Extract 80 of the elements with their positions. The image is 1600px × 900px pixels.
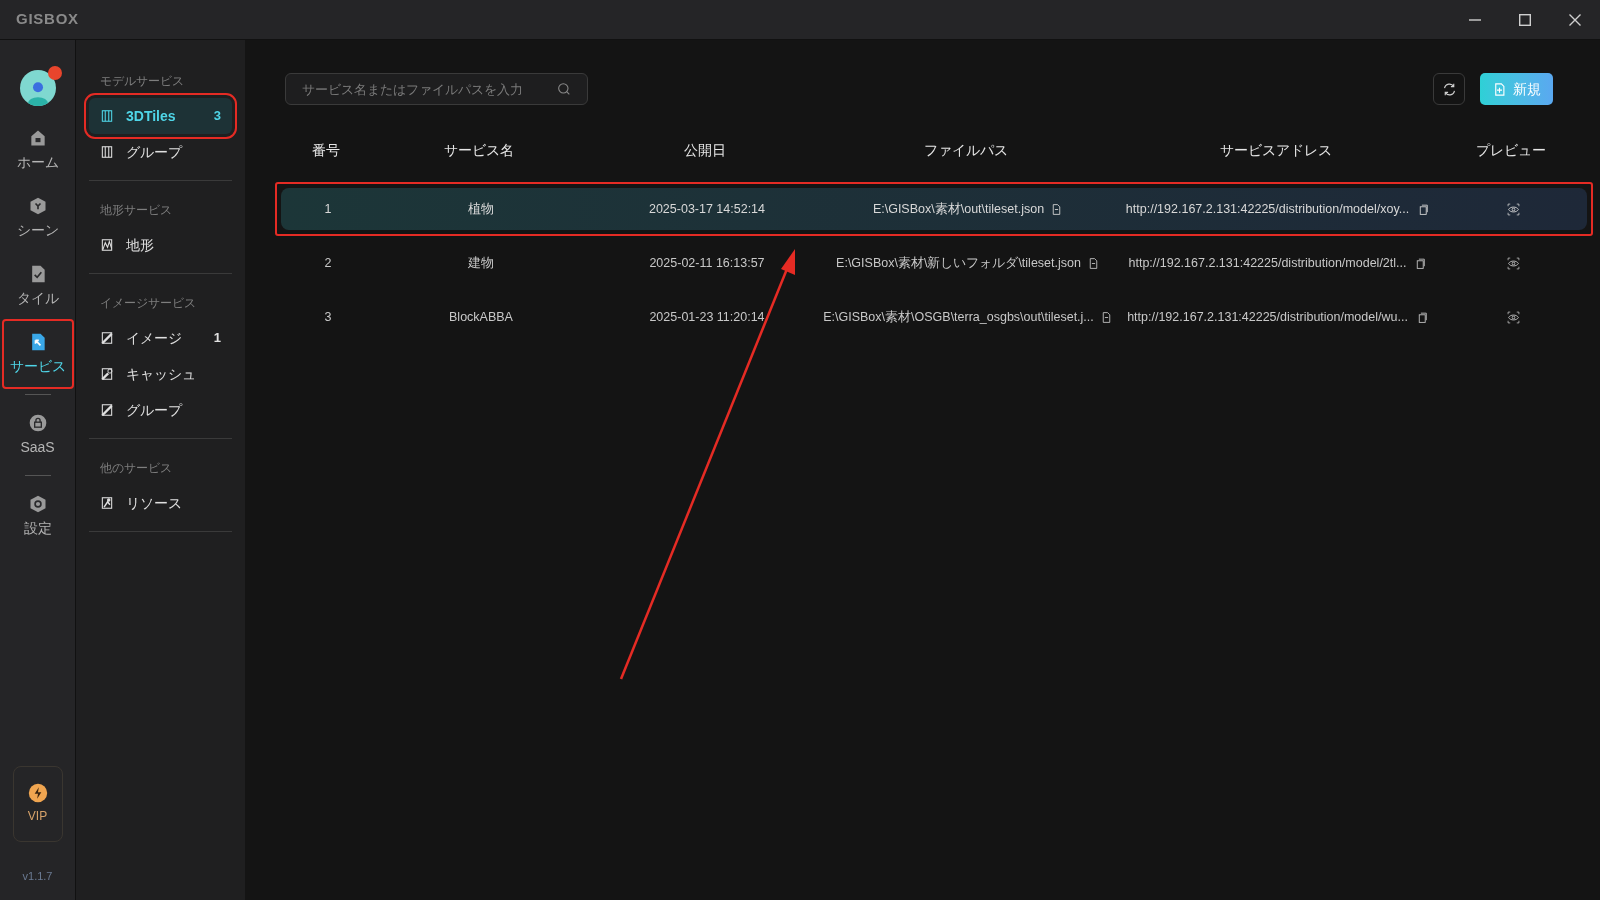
maximize-icon — [1519, 13, 1531, 26]
rail-tab[interactable]: タイル — [3, 253, 72, 319]
eye-icon — [1506, 202, 1520, 216]
section-heading: イメージサービス — [99, 295, 197, 312]
item-count: 3 — [213, 107, 221, 126]
table-cell-text: 2 — [323, 254, 333, 272]
nav-label: イメージ — [126, 328, 183, 348]
table-cell-text: 2025-03-17 14:52:14 — [647, 200, 767, 218]
table-cell-text: 2025-02-11 16:13:57 — [648, 254, 766, 272]
section-heading: 他のサービス — [99, 460, 173, 477]
nav-label: 3DTiles — [126, 106, 177, 126]
refresh-button[interactable] — [1433, 73, 1465, 105]
picture-icon — [100, 496, 114, 510]
table-cell-text: http://192.167.2.131:42225/distribution/model/wu... — [1127, 308, 1408, 326]
nav-label: グループ — [126, 400, 184, 420]
rail-tab[interactable]: シーン — [3, 185, 72, 251]
image-clock-icon — [100, 367, 114, 381]
section-heading: モデルサービス — [99, 73, 185, 90]
app-logo: GISBOX — [16, 9, 79, 30]
image-icon — [100, 331, 114, 345]
lightning-bolt-icon — [27, 782, 48, 803]
copy-button[interactable] — [1417, 202, 1431, 216]
user-avatar[interactable] — [19, 70, 56, 106]
column-header: サービス名 — [443, 140, 515, 160]
table-cell-text: http://192.167.2.131:42225/distribution/model/xoy... — [1125, 200, 1410, 218]
column-header: 番号 — [311, 140, 341, 160]
notification-badge — [47, 66, 62, 80]
columns-icon — [100, 109, 114, 123]
table-cell-text: 1 — [323, 200, 333, 218]
columns-icon — [100, 145, 114, 159]
copy-button[interactable] — [1414, 256, 1428, 270]
item-count: 1 — [213, 329, 221, 348]
vip-button[interactable]: VIP — [12, 765, 63, 842]
nav-label: 地形 — [126, 235, 155, 255]
table-row[interactable]: 3 BlockABBA 2025-01-23 11:20:14 E:\GISBox\素材\OSGB\terra_osgbs\out\tileset.j... http://192.167.2.131:42225/distribution/model/wu... — [281, 296, 1587, 338]
table-cell-text: 2025-01-23 11:20:14 — [648, 308, 766, 326]
table-cell-text: BlockABBA — [448, 308, 514, 326]
table-cell-text: E:\GISBox\素材\新しいフォルダ\tileset.json — [836, 254, 1081, 272]
nav-item[interactable]: イメージ 1 — [89, 320, 232, 356]
search-field[interactable]: サービス名またはファイルパスを入力 — [285, 73, 588, 105]
table-cell-text: http://192.167.2.131:42225/distribution/model/2tl... — [1128, 254, 1407, 272]
preview-button[interactable] — [1506, 256, 1520, 270]
preview-button[interactable] — [1506, 202, 1520, 216]
eye-icon — [1506, 310, 1520, 324]
rail-tab[interactable]: ホーム — [3, 117, 72, 183]
search-icon — [556, 81, 572, 97]
rail-tab[interactable]: SaaS — [3, 402, 72, 468]
column-header: ファイルパス — [923, 140, 1009, 160]
copy-icon — [1417, 202, 1431, 216]
close-icon — [1569, 13, 1581, 26]
minimize-icon — [1469, 18, 1481, 21]
document-plus-icon — [1492, 81, 1507, 97]
preview-button[interactable] — [1506, 310, 1520, 324]
nav-item[interactable]: 地形 — [89, 227, 232, 263]
table-cell-text: E:\GISBox\素材\out\tileset.json — [872, 200, 1045, 218]
rail-tab[interactable]: 設定 — [3, 483, 72, 549]
table-row[interactable]: 2 建物 2025-02-11 16:13:57 E:\GISBox\素材\新しいフォルダ\tileset.json http://192.167.2.131:42225/distribution/model/2tl... — [281, 242, 1587, 284]
table-row[interactable]: 1 植物 2025-03-17 14:52:14 E:\GISBox\素材\out\tileset.json http://192.167.2.131:42225/distribution/model/xoy... — [281, 188, 1587, 230]
nav-item[interactable]: グループ — [89, 134, 232, 170]
mountain-chart-icon — [100, 238, 114, 252]
rail-tab[interactable]: サービス — [3, 321, 72, 387]
nav-label: リソース — [126, 493, 183, 513]
version-label: v1.1.7 — [22, 868, 53, 884]
column-header: プレビュー — [1475, 140, 1547, 160]
table-cell-text: 建物 — [467, 254, 495, 272]
nav-item[interactable]: グループ — [89, 392, 232, 428]
copy-icon — [1414, 256, 1428, 270]
section-heading: 地形サービス — [99, 202, 173, 219]
table-cell-text: E:\GISBox\素材\OSGB\terra_osgbs\out\tileset.j... — [823, 308, 1094, 326]
nav-label: キャッシュ — [126, 364, 197, 384]
nav-item[interactable]: キャッシュ — [89, 356, 232, 392]
nav-label: グループ — [126, 142, 184, 162]
table-cell-text: 3 — [323, 308, 333, 326]
column-header: サービスアドレス — [1219, 140, 1333, 160]
column-header: 公開日 — [683, 140, 727, 160]
lock-icon — [27, 412, 48, 433]
image-icon — [100, 403, 114, 417]
table-cell-text: 植物 — [467, 200, 495, 218]
eye-icon — [1506, 256, 1520, 270]
nav-item[interactable]: リソース — [89, 485, 232, 521]
